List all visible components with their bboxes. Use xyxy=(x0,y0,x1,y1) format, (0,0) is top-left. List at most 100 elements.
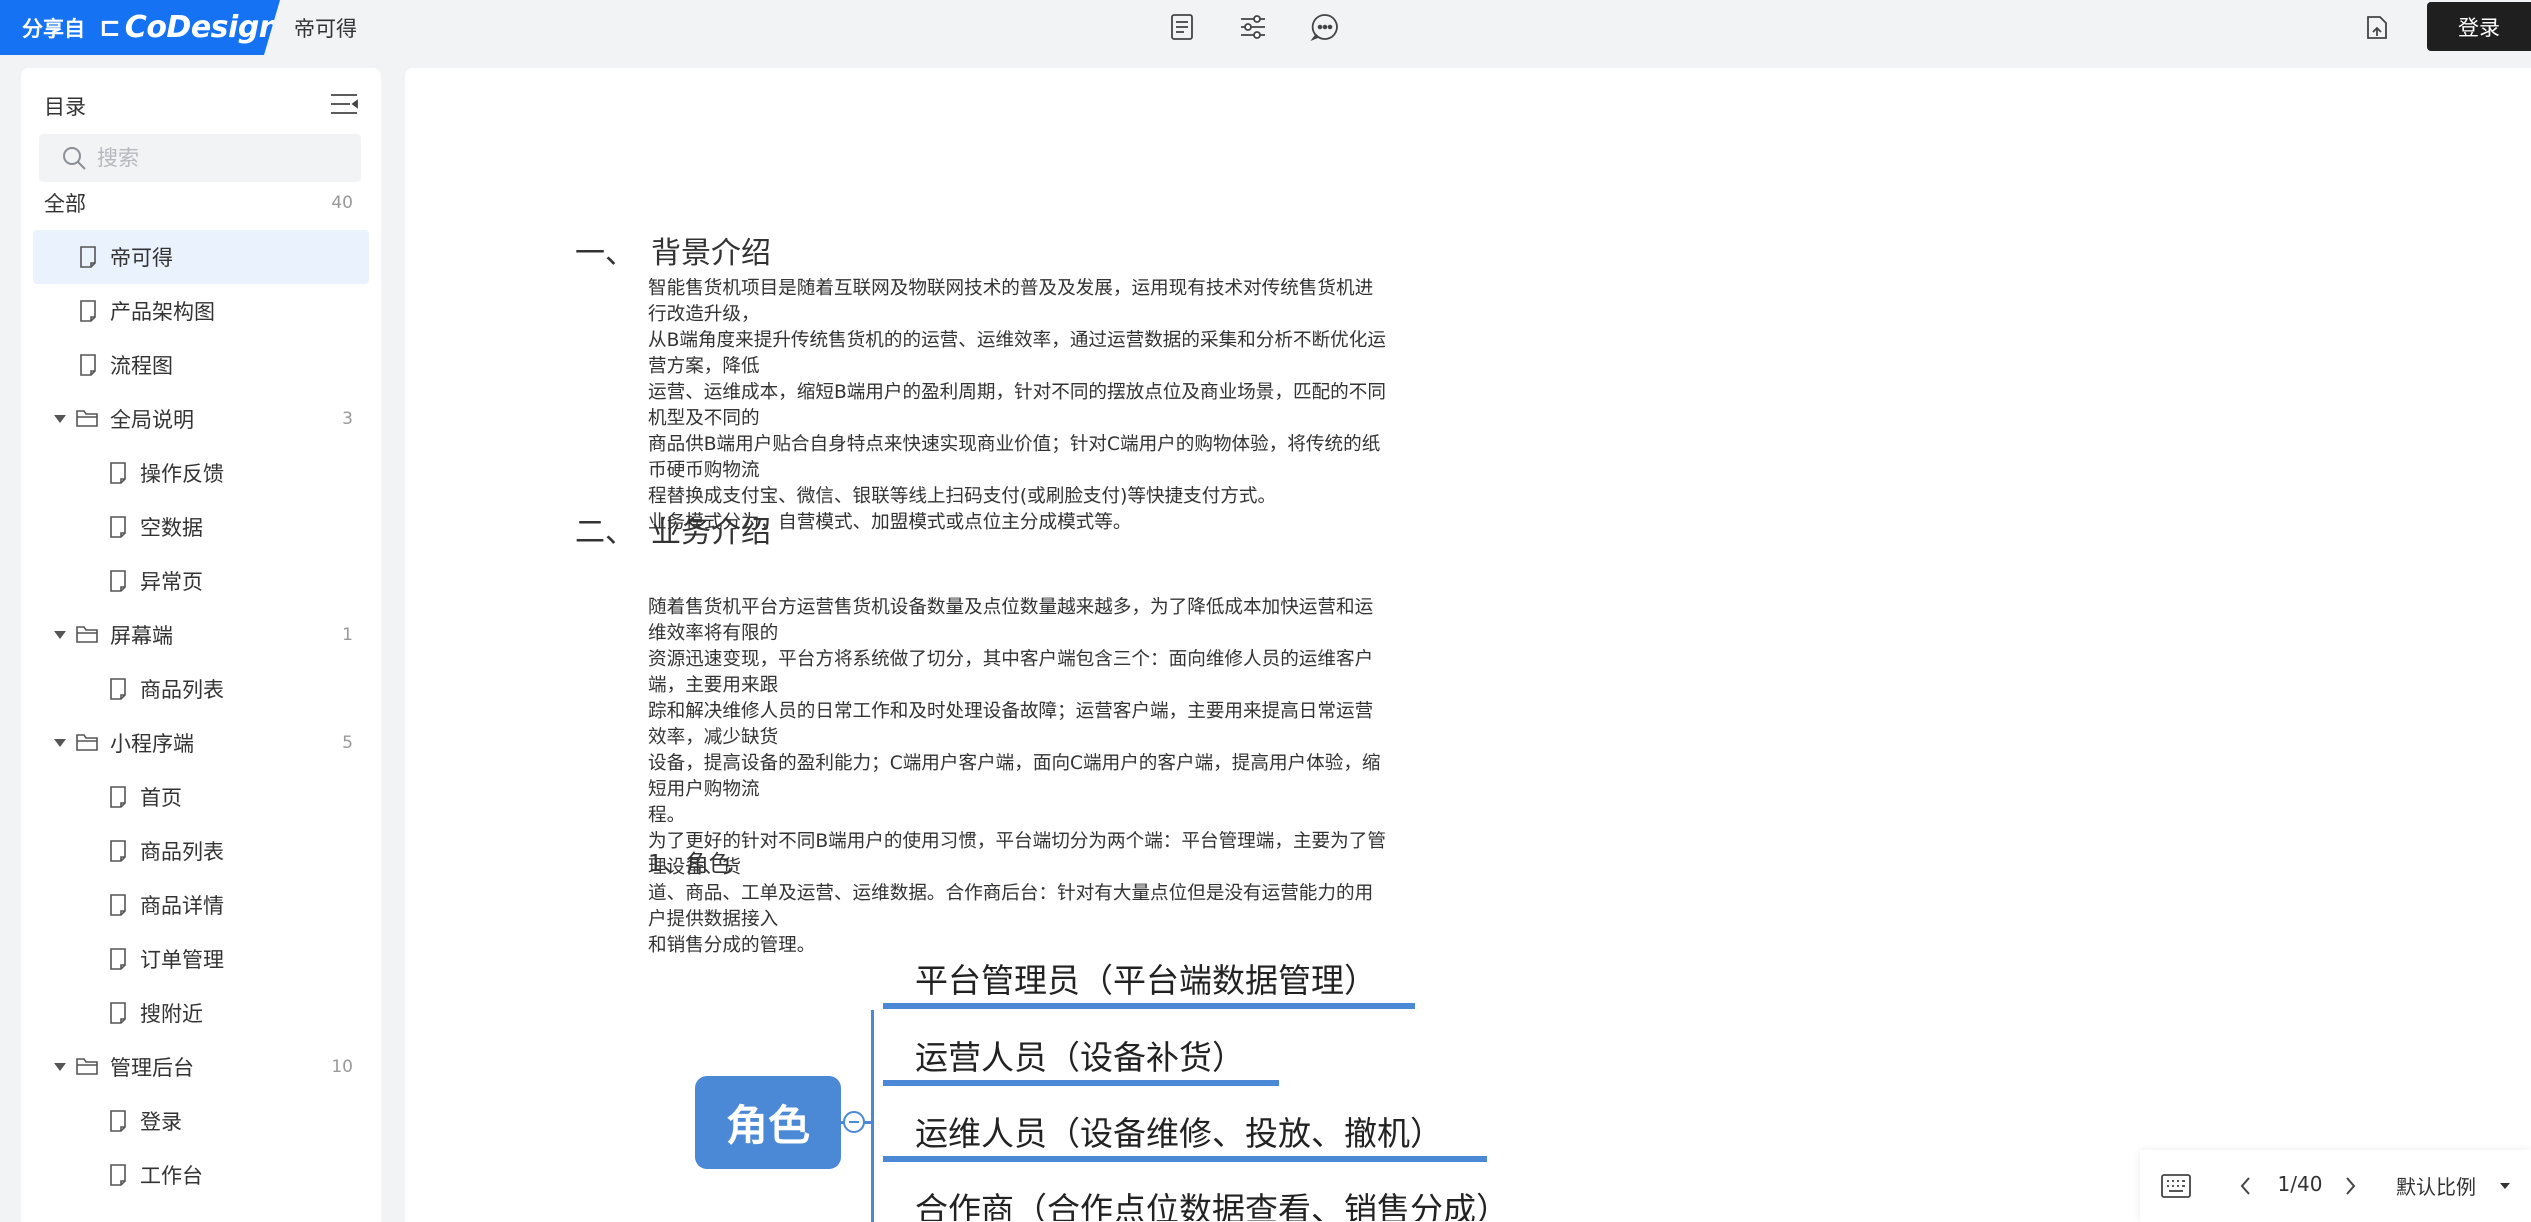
mindmap-root-node: 角色 xyxy=(695,1076,841,1169)
page-icon xyxy=(107,1109,129,1133)
page-icon xyxy=(77,353,99,377)
page-indicator: 1/40 xyxy=(2277,1172,2323,1196)
mindmap-node: 合作商（合作点位数据查看、销售分成） xyxy=(915,1190,1509,1221)
codesign-logo-glyph: ⊏ xyxy=(99,12,121,43)
tree-item-label: 异常页 xyxy=(140,570,203,594)
page-icon xyxy=(107,1001,129,1025)
mindmap-node-underline xyxy=(883,1156,1487,1162)
page-icon xyxy=(107,1163,129,1187)
mindmap-collapse-toggle[interactable] xyxy=(843,1111,865,1133)
previous-page-icon[interactable] xyxy=(2232,1172,2260,1200)
mindmap-node: 运维人员（设备维修、投放、撤机） xyxy=(915,1114,1443,1153)
tree-folder[interactable]: 管理后台 10 xyxy=(21,1040,381,1094)
tree-page-item[interactable]: 工作台 xyxy=(21,1148,381,1202)
tree-page-item[interactable]: 流程图 xyxy=(21,338,381,392)
search-icon xyxy=(63,147,86,170)
mindmap-node: 平台管理员（平台端数据管理） xyxy=(915,961,1377,1000)
page-icon xyxy=(107,569,129,593)
keyboard-shortcuts-icon[interactable] xyxy=(2160,1172,2192,1200)
directory-tree: 全部 40 帝可得产品架构图流程图全局说明 3 操作反馈空数据异常页屏幕端 1 商品列表… xyxy=(21,176,381,1202)
tree-folder[interactable]: 全局说明 3 xyxy=(21,392,381,446)
tree-page-item[interactable]: 商品详情 xyxy=(21,878,381,932)
folder-icon xyxy=(75,623,98,647)
caret-down-icon[interactable] xyxy=(54,1063,66,1071)
mindmap-node-underline xyxy=(883,1003,1415,1009)
tree-item-label: 小程序端 xyxy=(110,732,194,756)
page-icon xyxy=(107,947,129,971)
tree-all-label: 全部 xyxy=(44,192,86,216)
tree-item-label: 帝可得 xyxy=(110,246,173,270)
roles-subheading: 1、角色 xyxy=(648,851,732,877)
tree-all-count: 40 xyxy=(331,193,353,213)
comment-icon[interactable] xyxy=(1305,10,1345,44)
tree-page-item[interactable]: 产品架构图 xyxy=(21,284,381,338)
share-label: 分享自 xyxy=(22,16,85,41)
settings-sliders-icon[interactable] xyxy=(1233,10,1273,44)
collapse-sidebar-icon[interactable] xyxy=(328,88,360,120)
mindmap-node-underline xyxy=(883,1080,1279,1086)
tree-page-item[interactable]: 异常页 xyxy=(21,554,381,608)
tree-item-label: 商品列表 xyxy=(140,840,224,864)
page-navigator: 1/40 默认比例 xyxy=(2140,1150,2531,1222)
folder-icon xyxy=(75,731,98,755)
section-heading-background: 一、 背景介绍 xyxy=(575,228,771,272)
page-icon xyxy=(107,461,129,485)
login-button[interactable]: 登录 xyxy=(2427,2,2531,51)
document-canvas: 一、 背景介绍 智能售货机项目是随着互联网及物联网技术的普及及发展，运用现有技术对… xyxy=(405,68,2531,1222)
tree-item-label: 屏幕端 xyxy=(110,624,173,648)
tree-page-item[interactable]: 搜附近 xyxy=(21,986,381,1040)
folder-icon xyxy=(75,1055,98,1079)
tree-item-label: 首页 xyxy=(140,786,182,810)
export-icon[interactable] xyxy=(2357,10,2397,44)
tree-item-label: 流程图 xyxy=(110,354,173,378)
codesign-logo: ⊏ CoDesign xyxy=(99,10,280,45)
zoom-select[interactable]: 默认比例 xyxy=(2396,1171,2476,1200)
tree-item-label: 搜附近 xyxy=(140,1002,203,1026)
tree-page-item[interactable]: 登录 xyxy=(21,1094,381,1148)
tree-page-item[interactable]: 订单管理 xyxy=(21,932,381,986)
tree-all[interactable]: 全部 40 xyxy=(21,176,381,230)
caret-down-icon[interactable] xyxy=(54,631,66,639)
page-icon xyxy=(77,299,99,323)
mindmap-node: 运营人员（设备补货） xyxy=(915,1038,1245,1077)
tree-item-label: 工作台 xyxy=(140,1164,203,1188)
section-number: 一、 xyxy=(575,236,635,271)
section-number: 二、 xyxy=(575,515,635,550)
mindmap-trunk-line xyxy=(871,1010,874,1222)
tree-page-item[interactable]: 帝可得 xyxy=(33,230,369,284)
next-page-icon[interactable] xyxy=(2336,1172,2364,1200)
tree-page-item[interactable]: 商品列表 xyxy=(21,662,381,716)
tree-page-item[interactable]: 空数据 xyxy=(21,500,381,554)
caret-down-icon[interactable] xyxy=(54,739,66,747)
brand-banner[interactable]: 分享自 ⊏ CoDesign xyxy=(0,0,280,55)
tree-folder[interactable]: 小程序端 5 xyxy=(21,716,381,770)
tree-item-label: 订单管理 xyxy=(140,948,224,972)
search-input[interactable] xyxy=(97,146,337,170)
business-paragraph: 随着售货机平台方运营售货机设备数量及点位数量越来越多，为了降低成本加快运营和运维… xyxy=(648,597,1386,956)
caret-down-icon[interactable] xyxy=(54,415,66,423)
tree-item-label: 空数据 xyxy=(140,516,203,540)
tree-item-count: 3 xyxy=(342,409,353,429)
tree-folder[interactable]: 屏幕端 1 xyxy=(21,608,381,662)
tree-page-item[interactable]: 首页 xyxy=(21,770,381,824)
background-paragraph: 智能售货机项目是随着互联网及物联网技术的普及及发展，运用现有技术对传统售货机进行… xyxy=(648,278,1386,533)
tree-item-label: 商品详情 xyxy=(140,894,224,918)
sidebar: 目录 全部 40 帝可得产品架构图流程图全局说明 3 操作反馈空数据异常页屏幕端 1 商… xyxy=(21,68,381,1222)
search-box[interactable] xyxy=(39,134,361,182)
page-icon xyxy=(107,515,129,539)
chevron-down-icon[interactable] xyxy=(2500,1183,2510,1189)
tree-page-item[interactable]: 操作反馈 xyxy=(21,446,381,500)
tree-item-label: 登录 xyxy=(140,1110,182,1134)
codesign-logo-name: CoDesign xyxy=(124,10,280,45)
document-icon[interactable] xyxy=(1162,10,1202,44)
page-icon xyxy=(107,893,129,917)
page-icon xyxy=(77,245,99,269)
page-icon xyxy=(107,839,129,863)
tree-item-label: 产品架构图 xyxy=(110,300,215,324)
tree-item-label: 商品列表 xyxy=(140,678,224,702)
tree-item-label: 操作反馈 xyxy=(140,462,224,486)
tree-page-item[interactable]: 商品列表 xyxy=(21,824,381,878)
tree-item-label: 全局说明 xyxy=(110,408,194,432)
section-title: 背景介绍 xyxy=(651,236,771,271)
top-bar: 分享自 ⊏ CoDesign 帝可得 登录 xyxy=(0,0,2531,66)
